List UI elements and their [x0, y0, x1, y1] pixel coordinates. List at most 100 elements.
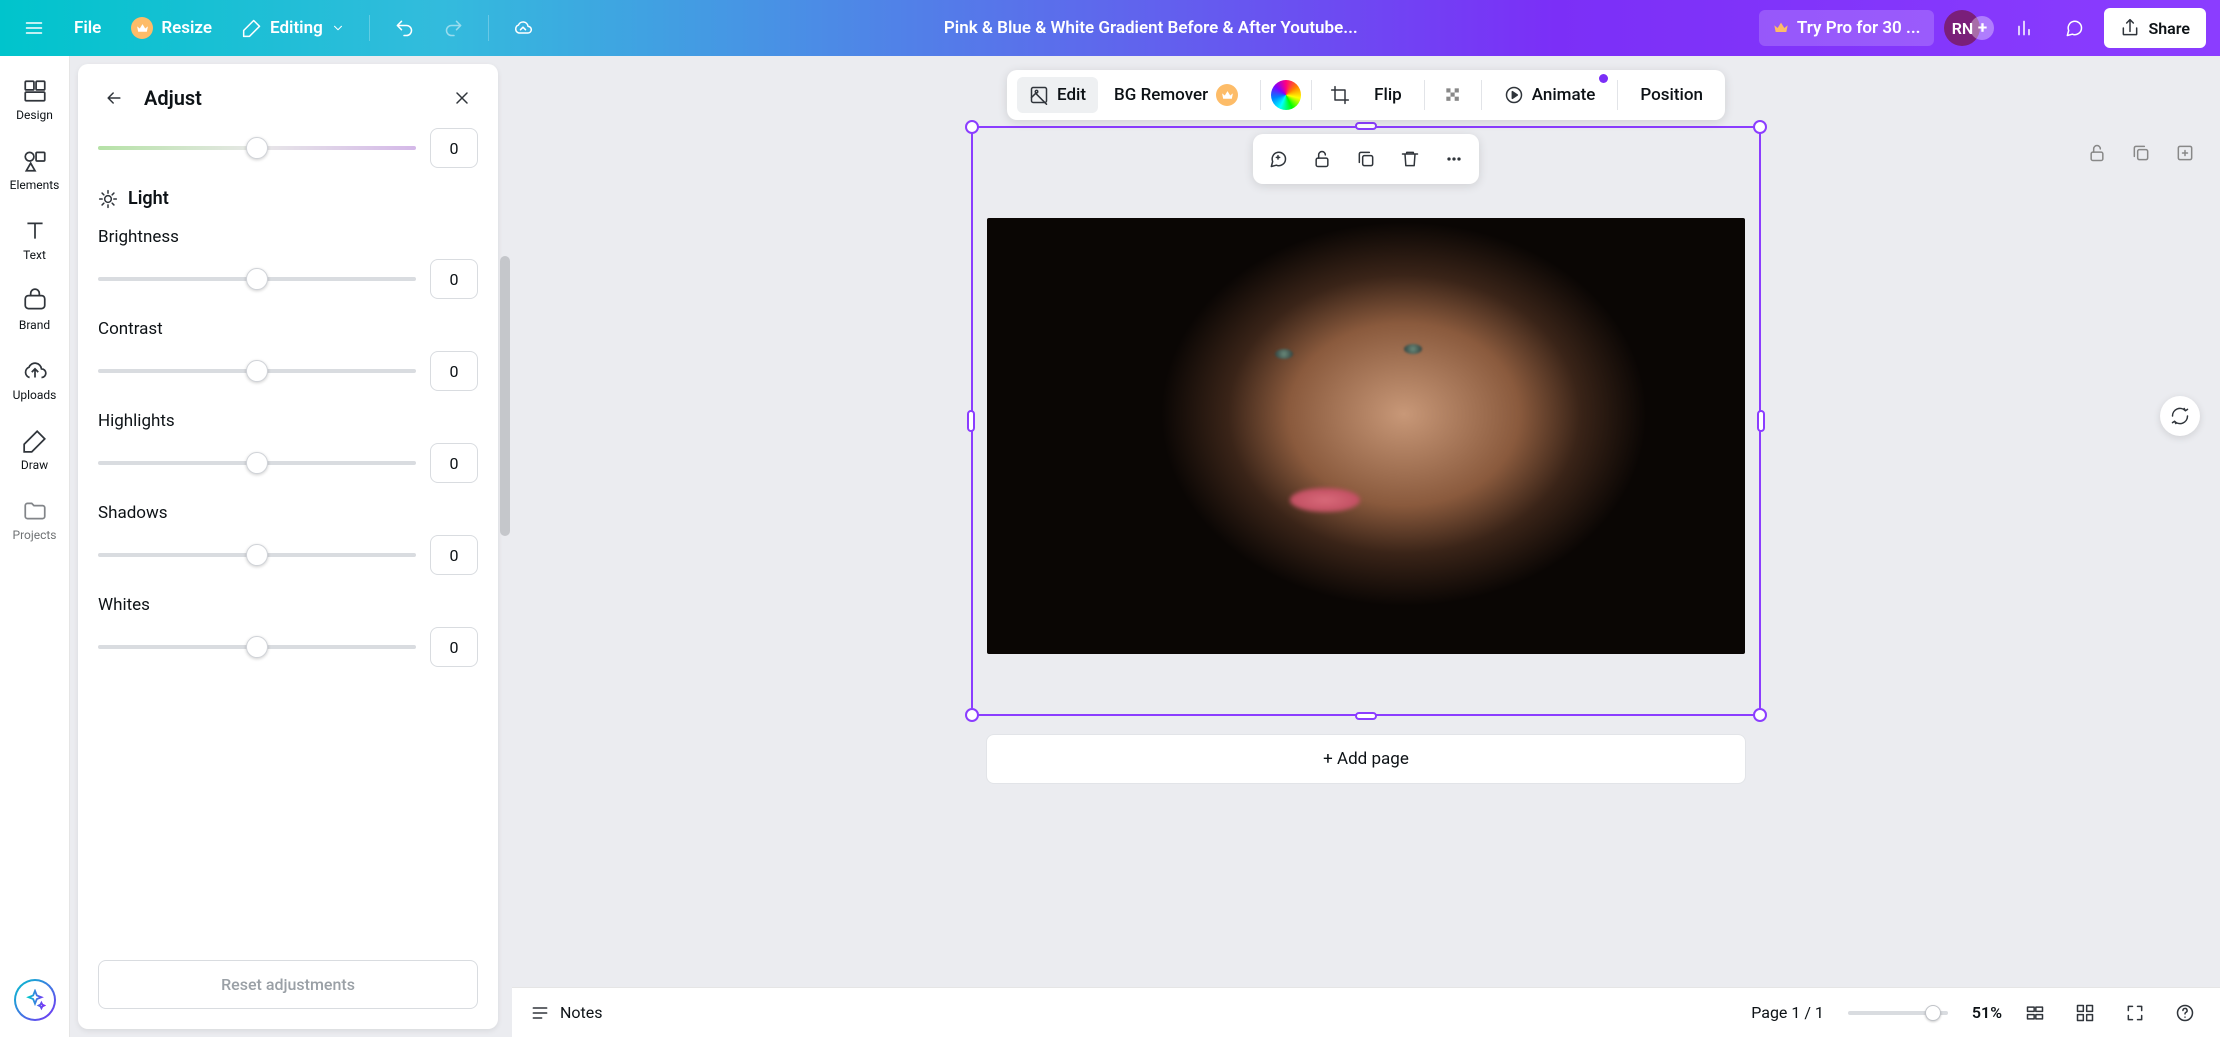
slider-thumb[interactable] [246, 137, 268, 159]
canvas-stage[interactable]: + Add page [512, 56, 2220, 987]
grid-view-icon[interactable] [2018, 996, 2052, 1030]
white-balance-value[interactable]: 0 [430, 128, 478, 168]
resize-handle[interactable] [1753, 708, 1767, 722]
crop-button[interactable] [1322, 77, 1358, 113]
position-label: Position [1640, 85, 1703, 105]
brightness-track[interactable] [98, 277, 416, 281]
slider-thumb[interactable] [246, 636, 268, 658]
comment-action-icon[interactable] [1259, 140, 1297, 178]
comment-icon[interactable] [2054, 8, 2094, 48]
highlights-track[interactable] [98, 461, 416, 465]
zoom-slider[interactable] [1848, 1011, 1948, 1015]
slider-thumb[interactable] [246, 360, 268, 382]
scrollbar-thumb[interactable] [500, 256, 510, 536]
resize-handle[interactable] [965, 708, 979, 722]
help-icon[interactable] [2168, 996, 2202, 1030]
close-button[interactable] [446, 82, 478, 114]
nav-elements-label: Elements [10, 178, 60, 192]
contrast-value[interactable]: 0 [430, 351, 478, 391]
white-balance-track[interactable] [98, 146, 416, 150]
shadows-value[interactable]: 0 [430, 535, 478, 575]
nav-rail: Design Elements Text Brand Uploads Draw … [0, 56, 70, 1037]
whites-label: Whites [98, 595, 478, 615]
selection-frame[interactable] [971, 126, 1761, 716]
slider-thumb[interactable] [246, 452, 268, 474]
thumbnail-view-icon[interactable] [2068, 996, 2102, 1030]
brightness-value[interactable]: 0 [430, 259, 478, 299]
nav-elements[interactable]: Elements [5, 140, 65, 200]
color-picker[interactable] [1271, 80, 1301, 110]
add-page-icon[interactable] [2168, 136, 2202, 170]
footer-bar: Notes Page 1 / 1 51% [512, 987, 2220, 1037]
share-label: Share [2148, 19, 2190, 38]
resize-handle[interactable] [967, 410, 975, 432]
white-balance-slider: 0 [98, 128, 478, 168]
file-menu[interactable]: File [64, 10, 111, 46]
trash-icon[interactable] [1391, 140, 1429, 178]
reset-adjustments-button[interactable]: Reset adjustments [98, 960, 478, 1009]
try-pro-label: Try Pro for 30 ... [1797, 18, 1921, 38]
nav-draw-label: Draw [21, 458, 48, 472]
file-label: File [74, 18, 101, 38]
nav-text[interactable]: Text [5, 210, 65, 270]
resize-handle[interactable] [1355, 712, 1377, 720]
separator [488, 15, 489, 41]
nav-brand[interactable]: Brand [5, 280, 65, 340]
slider-thumb[interactable] [246, 544, 268, 566]
nav-draw[interactable]: Draw [5, 420, 65, 480]
transparency-button[interactable] [1435, 77, 1471, 113]
contrast-track[interactable] [98, 369, 416, 373]
page-actions [2080, 136, 2202, 170]
more-icon[interactable] [1435, 140, 1473, 178]
insights-icon[interactable] [2004, 8, 2044, 48]
cloud-sync-icon[interactable] [503, 8, 543, 48]
bg-remover-button[interactable]: BG Remover [1102, 76, 1250, 114]
resize-handle[interactable] [965, 120, 979, 134]
add-page-button[interactable]: + Add page [986, 734, 1746, 784]
brightness-row: Brightness 0 [98, 227, 478, 299]
lock-icon[interactable] [1303, 140, 1341, 178]
resize-button[interactable]: Resize [121, 9, 222, 47]
fullscreen-icon[interactable] [2118, 996, 2152, 1030]
document-title[interactable]: Pink & Blue & White Gradient Before & Af… [551, 18, 1751, 38]
rotate-fab[interactable] [2160, 396, 2200, 436]
duplicate-page-icon[interactable] [2124, 136, 2158, 170]
try-pro-button[interactable]: Try Pro for 30 ... [1759, 10, 1935, 46]
undo-button[interactable] [384, 8, 424, 48]
animate-button[interactable]: Animate [1492, 77, 1608, 113]
editing-dropdown[interactable]: Editing [232, 10, 355, 46]
back-button[interactable] [98, 82, 130, 114]
edit-button[interactable]: Edit [1017, 77, 1098, 113]
nav-projects[interactable]: Projects [5, 490, 65, 550]
shadows-track[interactable] [98, 553, 416, 557]
flip-button[interactable]: Flip [1362, 77, 1414, 113]
highlights-value[interactable]: 0 [430, 443, 478, 483]
resize-handle[interactable] [1757, 410, 1765, 432]
slider-thumb[interactable] [246, 268, 268, 290]
notes-button[interactable]: Notes [530, 1003, 603, 1023]
nav-design[interactable]: Design [5, 70, 65, 130]
magic-button[interactable] [14, 979, 56, 1021]
element-actions-toolbar [1253, 134, 1479, 184]
resize-handle[interactable] [1355, 122, 1377, 130]
contrast-label: Contrast [98, 319, 478, 339]
whites-track[interactable] [98, 645, 416, 649]
page-lock-icon[interactable] [2080, 136, 2114, 170]
adjust-panel: Adjust 0 Light Brightness 0 Contrast 0 [78, 64, 498, 1029]
whites-value[interactable]: 0 [430, 627, 478, 667]
zoom-value: 51% [1972, 1003, 2002, 1022]
light-label: Light [128, 188, 169, 209]
whites-row: Whites 0 [98, 595, 478, 667]
zoom-thumb[interactable] [1925, 1005, 1941, 1021]
redo-button[interactable] [434, 8, 474, 48]
add-member-button[interactable]: + [1970, 16, 1994, 40]
panel-scrollbar[interactable] [498, 56, 512, 1037]
position-button[interactable]: Position [1628, 77, 1715, 113]
hamburger-menu[interactable] [14, 8, 54, 48]
copy-icon[interactable] [1347, 140, 1385, 178]
adjust-title: Adjust [144, 86, 432, 110]
nav-uploads[interactable]: Uploads [5, 350, 65, 410]
share-button[interactable]: Share [2104, 8, 2206, 48]
selected-image[interactable] [987, 218, 1745, 654]
resize-handle[interactable] [1753, 120, 1767, 134]
